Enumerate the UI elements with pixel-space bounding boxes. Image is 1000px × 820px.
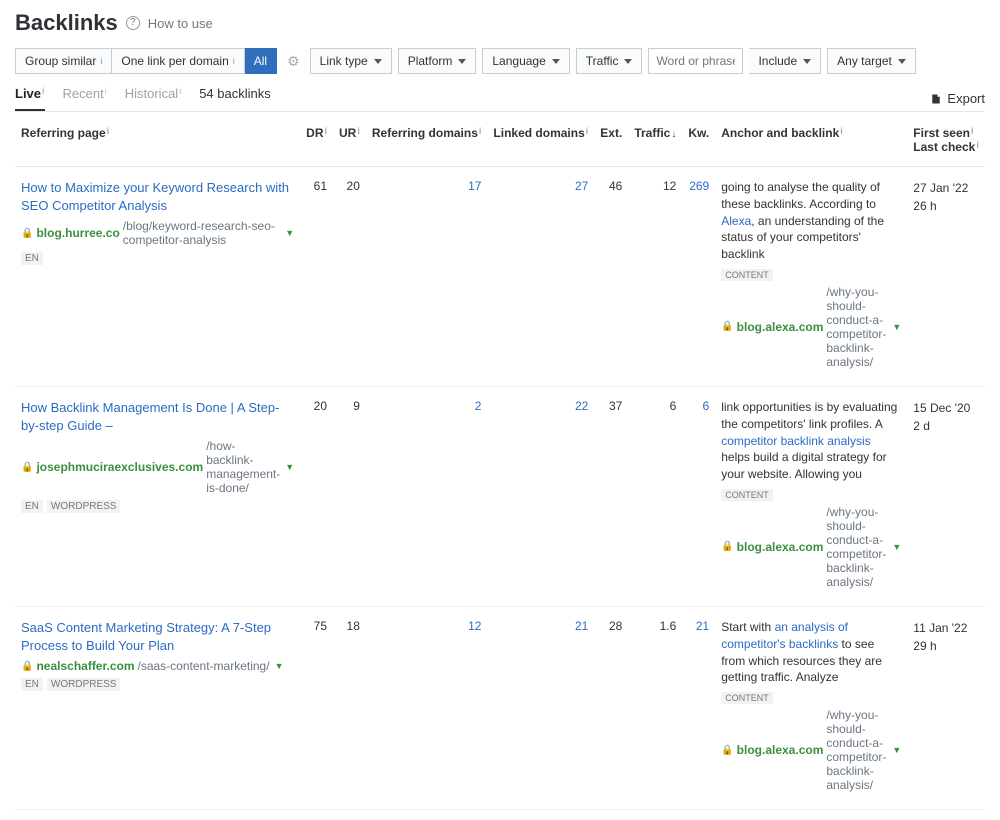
traffic-value: 6	[628, 386, 682, 606]
ext-value: 28	[594, 606, 628, 809]
lock-icon: 🔒	[21, 462, 33, 473]
chevron-down-icon[interactable]: ▼	[275, 661, 284, 671]
col-ur[interactable]: URi	[333, 112, 366, 167]
col-referring-page[interactable]: Referring pagei	[15, 112, 300, 167]
search-input-wrapper	[648, 48, 743, 74]
referring-page-url[interactable]: 🔒blog.hurree.co/blog/keyword-research-se…	[21, 219, 294, 247]
platform-filter[interactable]: Platform	[398, 48, 477, 74]
traffic-value: 1.6	[628, 606, 682, 809]
dr-value: 75	[300, 606, 333, 809]
kw-value[interactable]: 21	[696, 619, 709, 633]
ext-value: 46	[594, 167, 628, 387]
linked-domains-value[interactable]: 27	[575, 179, 588, 193]
group-similar-button[interactable]: Group similari	[15, 48, 112, 74]
ref-domains-value[interactable]: 17	[468, 179, 481, 193]
backlinks-count: 54 backlinks	[199, 86, 271, 101]
tab-historical[interactable]: Historicali	[125, 86, 181, 109]
dr-value: 61	[300, 167, 333, 387]
export-icon	[930, 93, 942, 105]
chevron-down-icon	[624, 59, 632, 64]
how-to-use-link[interactable]: How to use	[148, 16, 213, 31]
col-traffic[interactable]: Traffic↓	[628, 112, 682, 167]
info-icon[interactable]: ?	[126, 16, 140, 30]
tag: WORDPRESS	[47, 500, 121, 513]
table-row: How to Maximize your Keyword Research wi…	[15, 167, 985, 387]
content-tag: CONTENT	[721, 489, 773, 501]
lock-icon: 🔒	[721, 321, 733, 332]
any-target-filter[interactable]: Any target	[827, 48, 916, 74]
referring-page-title[interactable]: SaaS Content Marketing Strategy: A 7-Ste…	[21, 619, 294, 655]
lock-icon: 🔒	[21, 661, 33, 672]
kw-value[interactable]: 269	[689, 179, 709, 193]
chevron-down-icon[interactable]: ▼	[892, 542, 901, 552]
sort-down-icon: ↓	[671, 129, 676, 140]
link-type-filter[interactable]: Link type	[310, 48, 392, 74]
chevron-down-icon[interactable]: ▼	[892, 745, 901, 755]
date-cell: 11 Jan '2229 h	[907, 606, 985, 809]
referring-page-title[interactable]: How Backlink Management Is Done | A Step…	[21, 399, 294, 435]
chevron-down-icon	[552, 59, 560, 64]
referring-page-title[interactable]: How to Maximize your Keyword Research wi…	[21, 179, 294, 215]
col-linked-domains[interactable]: Linked domainsi	[487, 112, 594, 167]
ur-value: 18	[333, 606, 366, 809]
tag: EN	[21, 500, 43, 513]
chevron-down-icon[interactable]: ▼	[892, 322, 901, 332]
ur-value: 20	[333, 167, 366, 387]
date-cell: 15 Dec '202 d	[907, 386, 985, 606]
language-filter[interactable]: Language	[482, 48, 569, 74]
lock-icon: 🔒	[721, 745, 733, 756]
traffic-value: 12	[628, 167, 682, 387]
dr-value: 20	[300, 386, 333, 606]
anchor-snippet: link opportunities is by evaluating the …	[721, 399, 901, 483]
backlink-target-url[interactable]: 🔒blog.alexa.com/why-you-should-conduct-a…	[721, 505, 901, 589]
tag: EN	[21, 252, 43, 265]
lock-icon: 🔒	[21, 228, 33, 239]
chevron-down-icon	[458, 59, 466, 64]
col-dr[interactable]: DRi	[300, 112, 333, 167]
col-dates[interactable]: First seeniLast checki	[907, 112, 985, 167]
chevron-down-icon[interactable]: ▼	[285, 228, 294, 238]
tag: EN	[21, 678, 43, 691]
anchor-snippet: going to analyse the quality of these ba…	[721, 179, 901, 263]
one-link-button[interactable]: One link per domaini	[112, 48, 244, 74]
anchor-snippet: Start with an analysis of competitor's b…	[721, 619, 901, 686]
tag: WORDPRESS	[47, 678, 121, 691]
content-tag: CONTENT	[721, 269, 773, 281]
table-row: How Backlink Management Is Done | A Step…	[15, 386, 985, 606]
ref-domains-value[interactable]: 2	[475, 399, 482, 413]
tab-recent[interactable]: Recenti	[63, 86, 107, 109]
lock-icon: 🔒	[721, 541, 733, 552]
traffic-filter[interactable]: Traffic	[576, 48, 643, 74]
referring-page-url[interactable]: 🔒josephmuciraexclusives.com/how-backlink…	[21, 439, 294, 495]
content-tag: CONTENT	[721, 692, 773, 704]
include-filter[interactable]: Include	[749, 48, 821, 74]
chevron-down-icon	[374, 59, 382, 64]
tab-live[interactable]: Livei	[15, 86, 45, 111]
all-button[interactable]: All	[245, 48, 277, 74]
referring-page-url[interactable]: 🔒nealschaffer.com/saas-content-marketing…	[21, 659, 294, 673]
col-kw[interactable]: Kw.	[682, 112, 715, 167]
kw-value[interactable]: 6	[703, 399, 710, 413]
ref-domains-value[interactable]: 12	[468, 619, 481, 633]
date-cell: 27 Jan '2226 h	[907, 167, 985, 387]
page-title: Backlinks	[15, 10, 118, 36]
chevron-down-icon	[803, 59, 811, 64]
col-ref-domains[interactable]: Referring domainsi	[366, 112, 488, 167]
search-input[interactable]	[656, 54, 735, 68]
chevron-down-icon[interactable]: ▼	[285, 462, 294, 472]
linked-domains-value[interactable]: 22	[575, 399, 588, 413]
ur-value: 9	[333, 386, 366, 606]
col-ext[interactable]: Ext.	[594, 112, 628, 167]
ext-value: 37	[594, 386, 628, 606]
table-row: SaaS Content Marketing Strategy: A 7-Ste…	[15, 606, 985, 809]
chevron-down-icon	[898, 59, 906, 64]
backlink-target-url[interactable]: 🔒blog.alexa.com/why-you-should-conduct-a…	[721, 285, 901, 369]
export-button[interactable]: Export	[930, 91, 985, 106]
gear-icon[interactable]: ⚙	[283, 53, 304, 70]
backlink-target-url[interactable]: 🔒blog.alexa.com/why-you-should-conduct-a…	[721, 708, 901, 792]
backlinks-table: Referring pagei DRi URi Referring domain…	[15, 112, 985, 810]
col-anchor[interactable]: Anchor and backlinki	[715, 112, 907, 167]
linked-domains-value[interactable]: 21	[575, 619, 588, 633]
